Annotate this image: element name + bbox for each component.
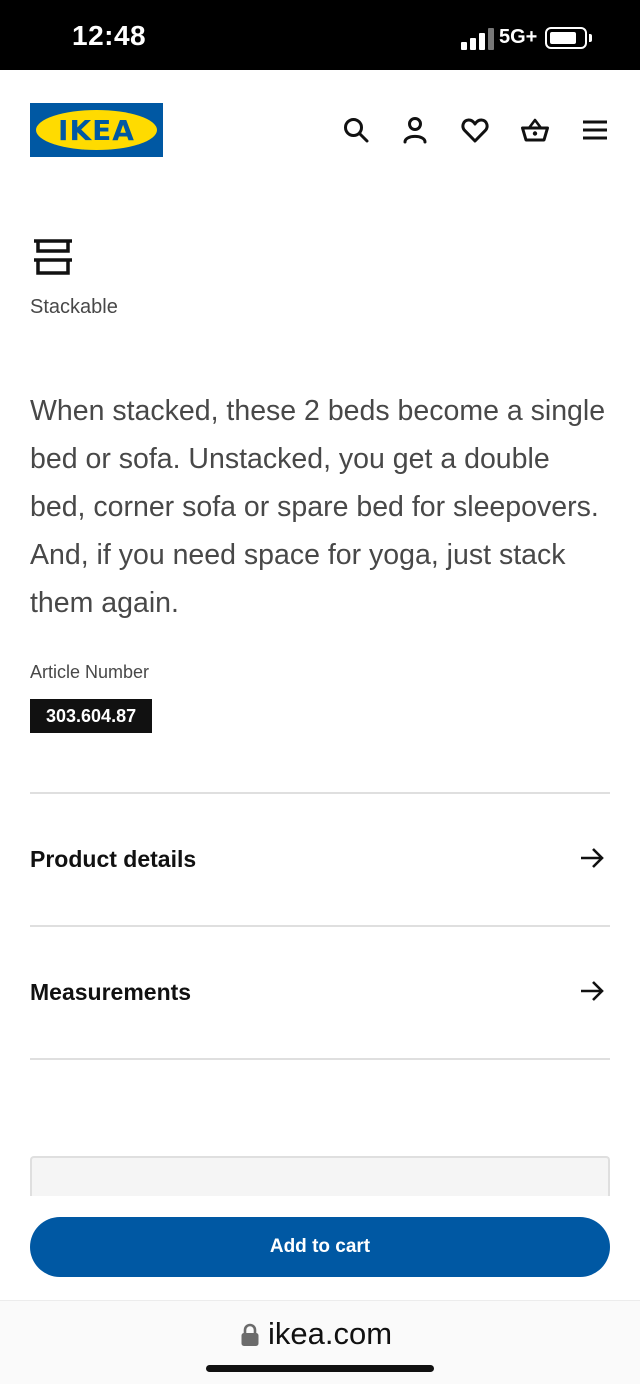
logo-oval: IKEA (36, 110, 157, 150)
heart-icon[interactable] (460, 115, 490, 145)
network-type: 5G+ (499, 26, 538, 48)
arrow-right-icon (581, 981, 604, 1001)
menu-icon[interactable] (580, 115, 610, 145)
stackable-icon (34, 239, 72, 275)
ikea-logo[interactable]: IKEA (30, 103, 163, 157)
feature-label: Stackable (30, 296, 118, 318)
article-number-badge: 303.604.87 (30, 699, 153, 733)
browser-address-bar[interactable]: ikea.com (0, 1300, 640, 1384)
cart-icon[interactable] (520, 115, 550, 145)
logo-text: IKEA (58, 113, 135, 147)
lock-icon (241, 1323, 259, 1346)
product-description: When stacked, these 2 beds become a sing… (30, 395, 606, 619)
url-text: ikea.com (268, 1316, 393, 1351)
add-to-cart-button[interactable]: Add to cart (30, 1217, 610, 1277)
signal-icon (461, 28, 495, 50)
measurements-row[interactable]: Measurements (30, 927, 610, 1057)
battery-icon (545, 27, 587, 49)
home-indicator[interactable] (206, 1365, 434, 1372)
account-icon[interactable] (400, 115, 430, 145)
battery-tip (589, 34, 592, 42)
product-details-label: Product details (30, 846, 197, 872)
divider (30, 1058, 610, 1060)
status-bar: 12:48 5G+ (0, 0, 640, 70)
content-panel (30, 1156, 610, 1196)
site-header: IKEA (0, 70, 640, 190)
article-number-label: Article Number (30, 662, 150, 682)
measurements-label: Measurements (30, 979, 192, 1005)
product-details-row[interactable]: Product details (30, 794, 610, 924)
status-time: 12:48 (72, 20, 147, 51)
search-icon[interactable] (341, 115, 371, 145)
arrow-right-icon (581, 848, 604, 868)
